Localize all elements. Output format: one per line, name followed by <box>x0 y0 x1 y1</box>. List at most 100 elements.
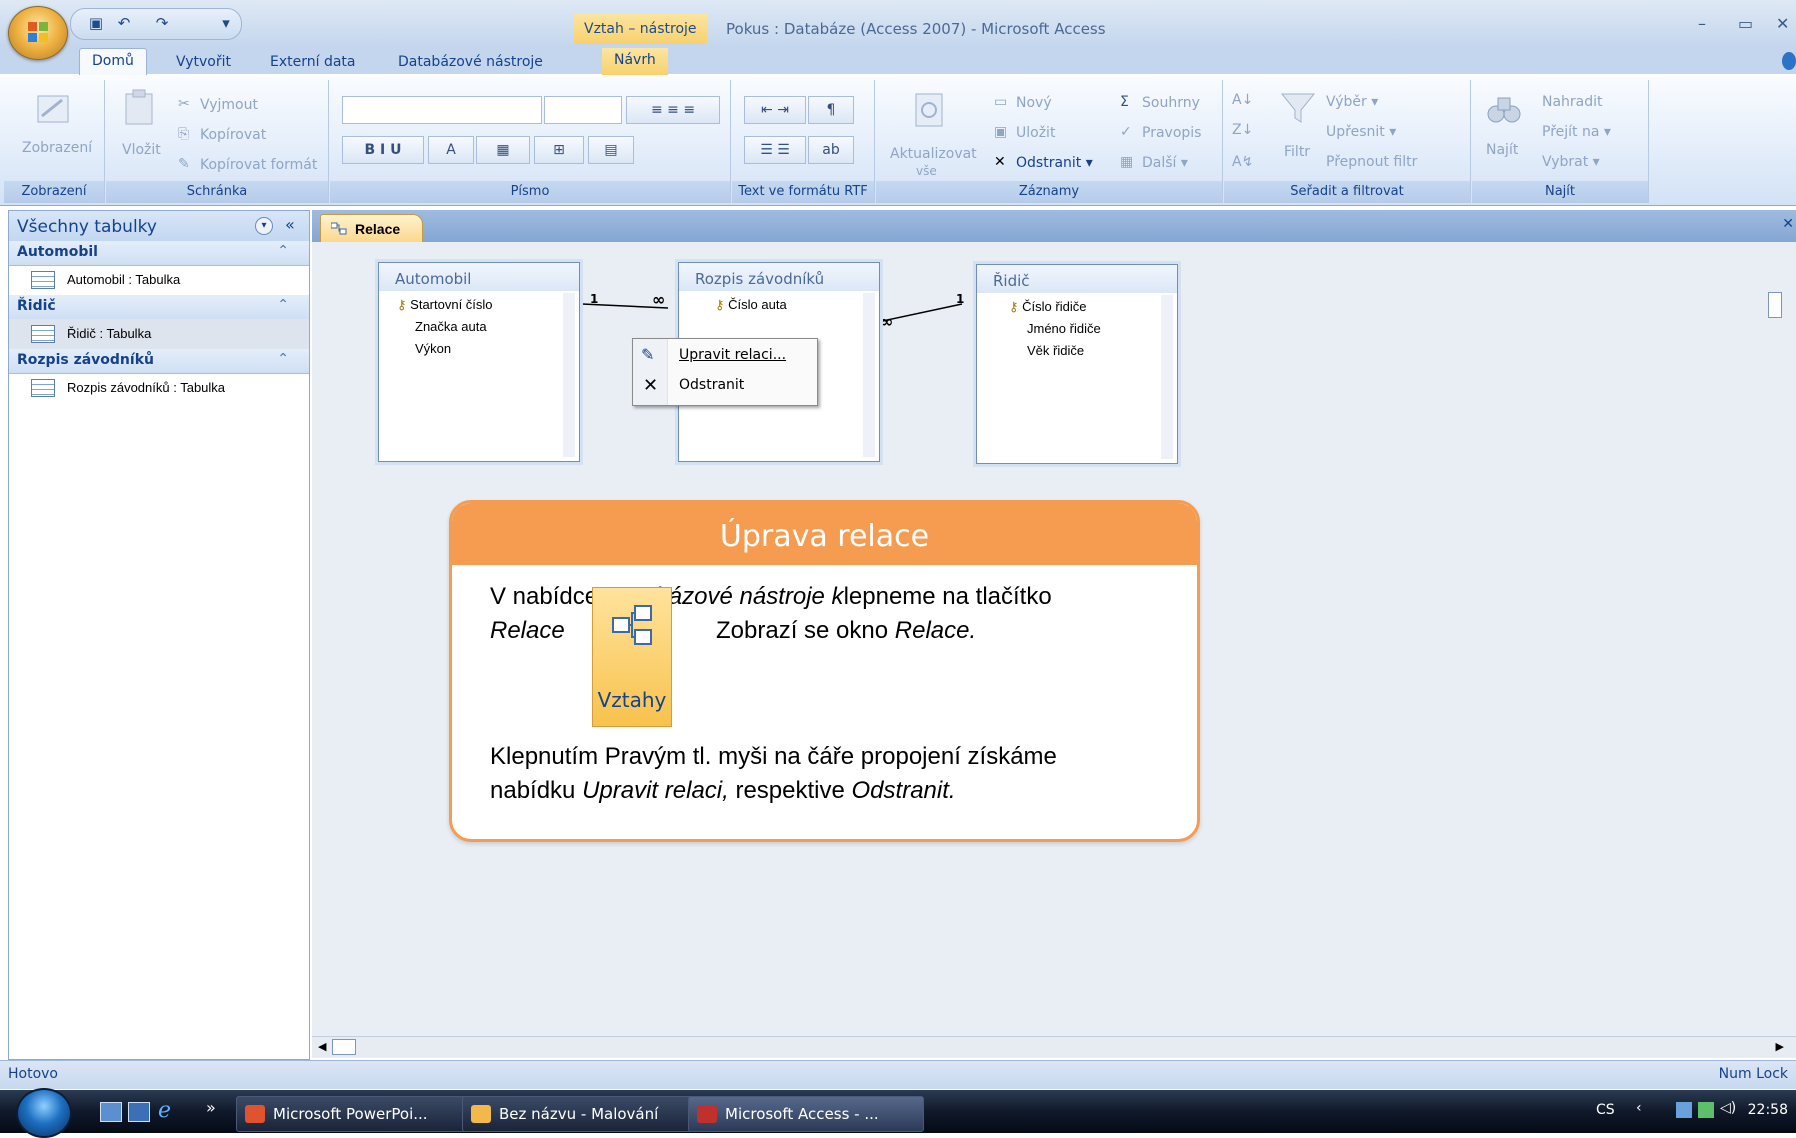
minimize-icon[interactable]: – <box>1698 14 1706 33</box>
tray-app-icon[interactable] <box>1698 1102 1714 1118</box>
undo-icon[interactable]: ↶ <box>112 12 136 34</box>
menu-item-edit-relationship[interactable]: Upravit relaci... <box>679 347 786 363</box>
nav-group-ridic[interactable]: Řidič ⌃ <box>9 295 309 320</box>
cut-button[interactable]: ✂ Vyjmout <box>178 96 258 114</box>
font-color-icon[interactable]: A <box>428 136 474 164</box>
chevron-up-icon[interactable]: ⌃ <box>277 351 289 367</box>
vertical-scroll-thumb[interactable] <box>1768 292 1782 318</box>
delete-icon: ✕ <box>643 375 659 396</box>
highlight-color-icon[interactable]: ▦ <box>476 136 530 164</box>
field-startovni-cislo[interactable]: ⚷ Startovní číslo <box>397 297 493 313</box>
bold-italic-underline-buttons[interactable]: B I U <box>342 136 424 164</box>
save-record-button[interactable]: ▣ Uložit <box>994 124 1055 142</box>
tray-expand-icon[interactable]: ‹ <box>1636 1100 1642 1116</box>
field-jmeno-ridice[interactable]: Jméno řidiče <box>1027 321 1101 336</box>
field-znacka-auta[interactable]: Značka auta <box>415 319 487 334</box>
tab-home[interactable]: Domů <box>79 48 147 76</box>
copy-button[interactable]: ⎘ Kopírovat <box>178 126 266 144</box>
horizontal-scroll-thumb[interactable] <box>332 1039 356 1055</box>
tab-design[interactable]: Návrh <box>602 48 668 75</box>
field-cislo-auta[interactable]: ⚷ Číslo auta <box>715 297 787 313</box>
restore-icon[interactable]: ▭ <box>1738 14 1753 33</box>
goto-button[interactable]: Přejít na ▾ <box>1542 124 1611 140</box>
replace-button[interactable]: Nahradit <box>1542 94 1603 110</box>
clear-sort-icon[interactable]: A↯ <box>1232 154 1253 170</box>
internet-explorer-icon[interactable]: ℯ <box>158 1098 171 1123</box>
filter-button[interactable]: Filtr <box>1284 144 1310 160</box>
table-box-scrollbar[interactable] <box>563 293 575 457</box>
ltr-icon[interactable]: ¶ <box>808 96 854 124</box>
switch-windows-icon[interactable] <box>128 1102 150 1122</box>
quick-launch-overflow-icon[interactable]: » <box>206 1098 216 1117</box>
network-icon[interactable] <box>1676 1102 1692 1118</box>
office-button[interactable] <box>8 6 68 60</box>
font-size-combo[interactable] <box>544 96 622 124</box>
nav-item-automobil-table[interactable]: Automobil : Tabulka <box>9 265 309 295</box>
format-painter-button[interactable]: ✎ Kopírovat formát <box>178 156 317 174</box>
highlight-text-icon[interactable]: ab <box>808 136 854 164</box>
new-record-button[interactable]: ▭ Nový <box>994 94 1052 112</box>
nav-item-ridic-table[interactable]: Řidič : Tabulka <box>9 319 309 349</box>
chevron-up-icon[interactable]: ⌃ <box>277 297 289 313</box>
nav-menu-dropdown-icon[interactable]: ▾ <box>255 217 273 235</box>
alt-row-color-icon[interactable]: ▤ <box>588 136 634 164</box>
find-button[interactable]: Najít <box>1486 142 1518 158</box>
scroll-left-icon[interactable]: ◀ <box>318 1040 326 1053</box>
align-buttons[interactable]: ≡ ≡ ≡ <box>626 96 720 124</box>
redo-icon[interactable]: ↷ <box>150 12 174 34</box>
chevron-up-icon[interactable]: ⌃ <box>277 243 289 259</box>
table-box-automobil[interactable]: Automobil ⚷ Startovní číslo Značka auta … <box>378 262 580 462</box>
table-box-ridic[interactable]: Řidič ⚷ Číslo řidiče Jméno řidiče Věk ři… <box>976 264 1178 464</box>
close-document-icon[interactable]: ✕ <box>1782 216 1794 232</box>
scroll-right-icon[interactable]: ▶ <box>1776 1040 1784 1053</box>
refresh-all-button[interactable]: Aktualizovat <box>890 146 977 162</box>
selection-button[interactable]: Výběr ▾ <box>1326 94 1378 110</box>
table-box-title[interactable]: Rozpis závodníků <box>679 263 879 291</box>
show-desktop-icon[interactable] <box>100 1102 122 1122</box>
tab-external-data[interactable]: Externí data <box>258 50 368 74</box>
field-vykon[interactable]: Výkon <box>415 341 451 356</box>
tab-create[interactable]: Vytvořit <box>164 50 243 74</box>
field-cislo-ridice[interactable]: ⚷ Číslo řidiče <box>1009 299 1086 315</box>
save-icon[interactable]: ▣ <box>84 12 108 34</box>
more-button[interactable]: ▦ Další ▾ <box>1120 154 1188 172</box>
nav-group-automobil[interactable]: Automobil ⌃ <box>9 241 309 266</box>
advanced-filter-button[interactable]: Upřesnit ▾ <box>1326 124 1396 140</box>
table-box-scrollbar[interactable] <box>1161 295 1173 459</box>
taskbar-item-paint[interactable]: Bez názvu - Malování <box>462 1096 698 1132</box>
gridlines-icon[interactable]: ⊞ <box>534 136 584 164</box>
language-indicator[interactable]: CS <box>1596 1102 1615 1118</box>
help-icon[interactable] <box>1782 52 1796 70</box>
delete-record-button[interactable]: ✕ Odstranit ▾ <box>994 154 1093 172</box>
table-box-title[interactable]: Řidič <box>977 265 1177 293</box>
sort-ascending-icon[interactable]: A↓ <box>1232 92 1253 108</box>
spelling-button[interactable]: ✓ Pravopis <box>1120 124 1201 142</box>
horizontal-scrollbar[interactable]: ◀ ▶ <box>312 1036 1796 1057</box>
tab-relationships[interactable]: Relace <box>320 214 424 243</box>
select-button[interactable]: Vybrat ▾ <box>1542 154 1600 170</box>
close-icon[interactable]: ✕ <box>1776 14 1789 33</box>
taskbar-item-powerpoint[interactable]: Microsoft PowerPoi... <box>236 1096 472 1132</box>
toggle-filter-button[interactable]: Přepnout filtr <box>1326 154 1417 170</box>
view-button[interactable]: Zobrazení <box>22 140 92 156</box>
paste-button[interactable]: Vložit <box>122 142 161 158</box>
collapse-pane-icon[interactable]: « <box>285 215 295 234</box>
menu-item-delete[interactable]: Odstranit <box>679 377 744 393</box>
indent-icon[interactable]: ⇤ ⇥ <box>744 96 806 124</box>
tab-database-tools[interactable]: Databázové nástroje <box>386 50 555 74</box>
start-button[interactable] <box>16 1088 72 1138</box>
customize-qat-icon[interactable]: ▾ <box>214 12 238 34</box>
taskbar-item-access[interactable]: Microsoft Access - ... <box>688 1096 924 1132</box>
sort-descending-icon[interactable]: Z↓ <box>1232 122 1253 138</box>
totals-button[interactable]: Σ Souhrny <box>1120 94 1200 112</box>
font-name-combo[interactable] <box>342 96 542 124</box>
field-vek-ridice[interactable]: Věk řidiče <box>1027 343 1084 358</box>
list-icon[interactable]: ☰ ☰ <box>744 136 806 164</box>
table-box-title[interactable]: Automobil <box>379 263 579 291</box>
table-box-scrollbar[interactable] <box>863 293 875 457</box>
volume-icon[interactable]: ◁) <box>1720 1100 1736 1116</box>
clock[interactable]: 22:58 <box>1748 1102 1788 1118</box>
nav-group-rozpis[interactable]: Rozpis závodníků ⌃ <box>9 349 309 374</box>
nav-item-rozpis-table[interactable]: Rozpis závodníků : Tabulka <box>9 373 309 403</box>
nav-pane-header[interactable]: Všechny tabulky ▾ « <box>9 211 309 242</box>
